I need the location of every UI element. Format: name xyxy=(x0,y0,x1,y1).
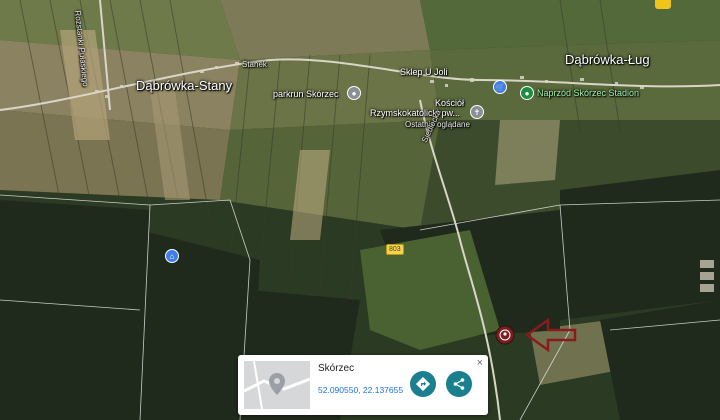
label-kosciol-line2: Rzymskokatolicki pw... xyxy=(370,108,461,118)
place-title: Skórzec xyxy=(318,363,355,374)
close-icon[interactable]: × xyxy=(477,357,483,369)
stadium-icon[interactable]: ● xyxy=(520,86,534,100)
place-coordinates[interactable]: 52.090550, 22.137655 xyxy=(318,385,403,395)
location-pin-icon[interactable] xyxy=(495,325,515,345)
label-kosciol-line1: Kościół xyxy=(435,98,465,108)
sand-plots xyxy=(700,260,714,292)
church-icon[interactable]: ✝ xyxy=(470,105,484,119)
directions-button[interactable] xyxy=(410,371,436,397)
label-dabrowka-lug: Dąbrówka-Ług xyxy=(565,52,650,67)
label-dabrowka-stany: Dąbrówka-Stany xyxy=(136,78,233,93)
place-info-card: Skórzec 52.090550, 22.137655 × xyxy=(238,355,488,415)
share-icon xyxy=(453,378,465,390)
place-thumbnail[interactable] xyxy=(244,361,310,409)
label-parkrun: parkrun Skórzec xyxy=(273,89,339,99)
share-button[interactable] xyxy=(446,371,472,397)
label-sklep: Sklep U Joli xyxy=(400,67,448,77)
shopping-cart-icon[interactable]: 🛒 xyxy=(493,80,507,94)
road-shield-803: 803 xyxy=(386,244,404,255)
directions-icon xyxy=(416,377,430,391)
corner-marker xyxy=(655,0,671,9)
house-icon[interactable]: ⌂ xyxy=(165,249,179,263)
gray-pin-icon[interactable]: ● xyxy=(347,86,361,100)
label-stadion: Naprzód Skórzec Stadion xyxy=(537,88,640,98)
label-stanek: Stanek xyxy=(242,60,267,69)
